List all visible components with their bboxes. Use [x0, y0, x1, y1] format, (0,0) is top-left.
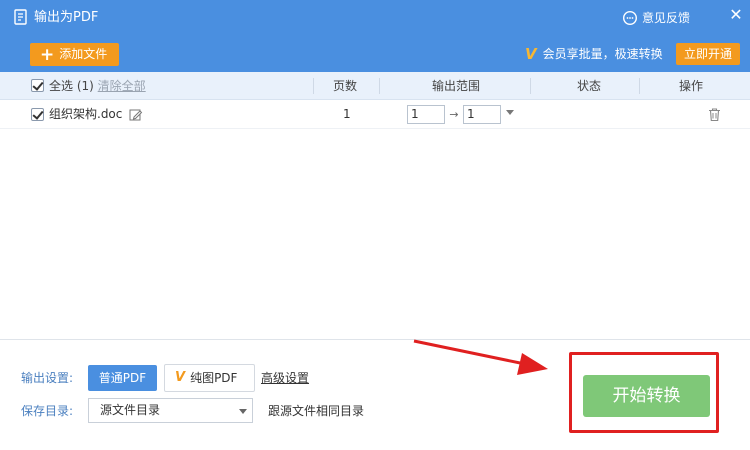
- range-dropdown-icon[interactable]: [506, 110, 514, 115]
- plus-icon: +: [40, 44, 55, 65]
- title-bar: 输出为PDF 意见反馈 ✕ + 添加文件 V 会员享批量，极速转换 立即开通: [0, 0, 750, 72]
- vip-promo-text: 会员享批量，极速转换: [542, 47, 663, 61]
- file-name: 组织架构.doc: [49, 107, 123, 121]
- arrow-right-icon: →: [449, 108, 459, 121]
- feedback-label: 意见反馈: [642, 11, 691, 25]
- vip-promo: V 会员享批量，极速转换: [525, 46, 663, 62]
- chevron-down-icon: [239, 409, 247, 414]
- close-icon[interactable]: ✕: [727, 5, 745, 25]
- trash-icon[interactable]: [707, 107, 722, 122]
- page-count: 1: [343, 107, 351, 121]
- row-checkbox[interactable]: [31, 108, 44, 121]
- pure-pdf-button[interactable]: V 纯图PDF: [164, 364, 255, 392]
- advanced-settings-link[interactable]: 高级设置: [261, 370, 309, 386]
- add-file-button[interactable]: + 添加文件: [30, 43, 119, 66]
- divider: [0, 339, 750, 340]
- annotation-arrowhead-icon: [517, 353, 548, 375]
- header-actions: 操作: [679, 79, 704, 93]
- table-row: 组织架构.doc 1 1 → 1: [0, 100, 750, 129]
- window-title: 输出为PDF: [34, 10, 99, 25]
- save-dir-select[interactable]: 源文件目录: [88, 398, 253, 423]
- save-dir-label: 保存目录:: [21, 404, 74, 418]
- header-status: 状态: [577, 79, 602, 93]
- start-convert-button[interactable]: 开始转换: [583, 375, 710, 417]
- output-settings-label: 输出设置:: [21, 371, 74, 385]
- header-pages: 页数: [333, 79, 358, 93]
- save-dir-value: 源文件目录: [100, 403, 161, 417]
- vip-v-icon: V: [525, 45, 537, 63]
- range-to-input[interactable]: 1: [463, 105, 501, 124]
- range-from-input[interactable]: 1: [407, 105, 445, 124]
- header-output-range: 输出范围: [432, 79, 481, 93]
- vip-badge-icon: V: [175, 370, 186, 385]
- pdf-export-icon: [14, 9, 27, 25]
- chat-bubble-icon: [622, 10, 638, 26]
- normal-pdf-button[interactable]: 普通PDF: [88, 365, 157, 391]
- annotation-arrow-shaft: [413, 339, 526, 366]
- open-now-button[interactable]: 立即开通: [676, 43, 740, 65]
- edit-icon[interactable]: [129, 108, 143, 122]
- save-dir-hint: 跟源文件相同目录: [268, 404, 365, 418]
- select-all-label: 全选 (1) 清除全部: [49, 79, 146, 93]
- select-all-checkbox[interactable]: [31, 79, 44, 92]
- selected-count: (1): [76, 79, 94, 93]
- add-file-label: 添加文件: [59, 47, 108, 61]
- clear-all-link[interactable]: 清除全部: [98, 79, 146, 93]
- feedback-link[interactable]: 意见反馈: [622, 9, 690, 27]
- pure-pdf-label: 纯图PDF: [190, 371, 238, 385]
- table-header: 全选 (1) 清除全部 页数 输出范围 状态 操作: [0, 72, 750, 100]
